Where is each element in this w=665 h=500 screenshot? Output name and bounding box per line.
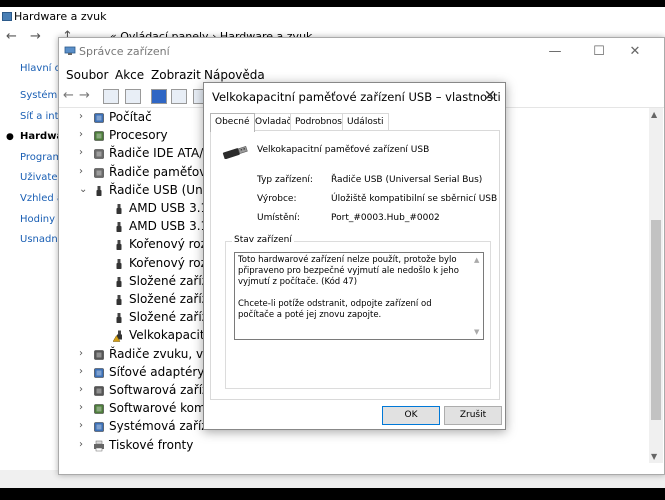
menu-action[interactable]: Akce [115, 68, 144, 82]
toolbar-properties-icon[interactable] [103, 89, 119, 104]
status-scroll-up-icon[interactable]: ▲ [474, 255, 479, 266]
tree-row[interactable]: › Tiskové fronty [59, 438, 639, 456]
storage-controller-icon [94, 167, 104, 178]
expand-chevron-icon[interactable]: › [79, 147, 89, 158]
property-key-type: Typ zařízení: [257, 175, 313, 185]
warning-usb-icon [113, 330, 122, 343]
property-key-manufacturer: Výrobce: [257, 194, 297, 204]
network-icon [94, 367, 104, 378]
letterbox-top [0, 0, 665, 7]
usb-plug-icon [116, 240, 122, 251]
usb-plug-icon [116, 276, 122, 287]
dialog-close-button[interactable]: ✕ [484, 88, 496, 104]
tree-item-label: Síťové adaptéry [109, 364, 205, 379]
menu-help[interactable]: Nápověda [204, 68, 265, 82]
ok-button[interactable]: OK [382, 406, 440, 425]
device-status-title: Stav zařízení [232, 235, 294, 245]
status-scroll-down-icon[interactable]: ▼ [474, 327, 479, 338]
usb-plug-icon [116, 295, 122, 305]
expand-chevron-icon[interactable]: › [79, 348, 89, 359]
ide-controller-icon [94, 149, 104, 160]
property-key-location: Umístění: [257, 213, 300, 223]
dialog-title: Velkokapacitní paměťové zařízení USB – v… [212, 90, 501, 104]
letterbox-bottom [0, 488, 665, 500]
software-component-icon [94, 404, 104, 414]
expand-chevron-icon[interactable]: › [79, 111, 89, 122]
usb-controller-icon [96, 185, 102, 196]
sound-icon [94, 349, 104, 360]
dialog-tabs: Obecné Ovladač Podrobnosti Události [210, 113, 500, 132]
toolbar-forward-icon[interactable]: → [79, 88, 90, 103]
device-status-textbox[interactable]: Toto hardwarové zařízení nelze použít, p… [234, 252, 484, 340]
properties-dialog: Velkokapacitní paměťové zařízení USB – v… [203, 82, 506, 430]
expand-chevron-icon[interactable]: › [79, 366, 89, 377]
dialog-titlebar: Velkokapacitní paměťové zařízení USB – v… [204, 83, 505, 111]
usb-plug-icon [116, 222, 122, 233]
expand-chevron-icon[interactable]: › [79, 402, 89, 413]
expand-chevron-icon[interactable]: › [79, 129, 89, 140]
device-name: Velkokapacitní paměťové zařízení USB [257, 145, 430, 155]
scrollbar-thumb[interactable] [651, 220, 661, 420]
toolbar-back-icon[interactable]: ← [63, 88, 74, 103]
expand-chevron-icon[interactable]: › [79, 439, 89, 450]
tree-item-label: Počítač [109, 110, 152, 124]
system-device-icon [94, 422, 104, 433]
collapse-chevron-icon[interactable]: ⌄ [79, 184, 89, 195]
device-manager-titlebar: Správce zařízení — ☐ ✕ [59, 38, 664, 66]
toolbar-view-icon[interactable] [125, 89, 141, 104]
menu-file[interactable]: Soubor [66, 68, 108, 82]
back-arrow-icon[interactable]: ← [6, 29, 17, 44]
forward-arrow-icon[interactable]: → [30, 29, 41, 44]
expand-chevron-icon[interactable]: › [79, 420, 89, 431]
status-instruction: Chcete-li potíže odstranit, odpojte zaří… [238, 299, 432, 320]
property-value-type: Řadiče USB (Universal Serial Bus) [331, 175, 483, 185]
processor-icon [94, 131, 104, 141]
active-bullet-icon: ● [6, 132, 14, 142]
software-device-icon [94, 386, 104, 396]
usb-plug-icon [116, 204, 122, 214]
property-value-location: Port_#0003.Hub_#0002 [331, 213, 440, 223]
tab-general[interactable]: Obecné [210, 113, 255, 132]
cancel-button[interactable]: Zrušit [444, 406, 502, 425]
usb-drive-icon [222, 146, 248, 159]
control-panel-title: Hardware a zvuk [14, 10, 107, 23]
tree-item-label: Tiskové fronty [109, 437, 194, 452]
tree-item-label: Procesory [109, 128, 168, 143]
scroll-down-arrow-icon[interactable]: ▼ [651, 452, 657, 461]
computer-icon [94, 113, 104, 123]
sidebar-item-appearance[interactable]: Vzhled a [20, 193, 63, 204]
usb-plug-icon [116, 258, 122, 269]
expand-chevron-icon[interactable]: › [79, 384, 89, 395]
control-panel-icon [2, 12, 12, 21]
printer-icon [94, 440, 104, 451]
tab-events[interactable]: Události [342, 113, 389, 130]
toolbar-update-icon[interactable] [171, 89, 187, 104]
scroll-up-arrow-icon[interactable]: ▲ [651, 110, 657, 119]
device-manager-title: Správce zařízení [79, 45, 170, 58]
control-panel-titlebar: Hardware a zvuk [0, 7, 665, 27]
toolbar-help-icon[interactable] [151, 89, 167, 104]
expand-chevron-icon[interactable]: › [79, 166, 89, 177]
property-value-manufacturer: Úložiště kompatibilní se sběrnicí USB [331, 194, 498, 204]
minimize-button[interactable]: — [545, 44, 565, 59]
general-tab-panel: Velkokapacitní paměťové zařízení USB Typ… [210, 130, 500, 400]
usb-plug-icon [116, 313, 122, 324]
device-manager-icon [64, 46, 76, 55]
status-message: Toto hardwarové zařízení nelze použít, p… [238, 255, 459, 287]
close-button[interactable]: ✕ [625, 44, 645, 59]
status-scrollbar[interactable]: ▲ ▼ [473, 253, 483, 339]
device-status-group: Stav zařízení Toto hardwarové zařízení n… [225, 235, 491, 389]
tree-vertical-scrollbar[interactable]: ▲ ▼ [649, 108, 663, 463]
menu-view[interactable]: Zobrazit [151, 68, 201, 82]
maximize-button[interactable]: ☐ [589, 44, 609, 59]
